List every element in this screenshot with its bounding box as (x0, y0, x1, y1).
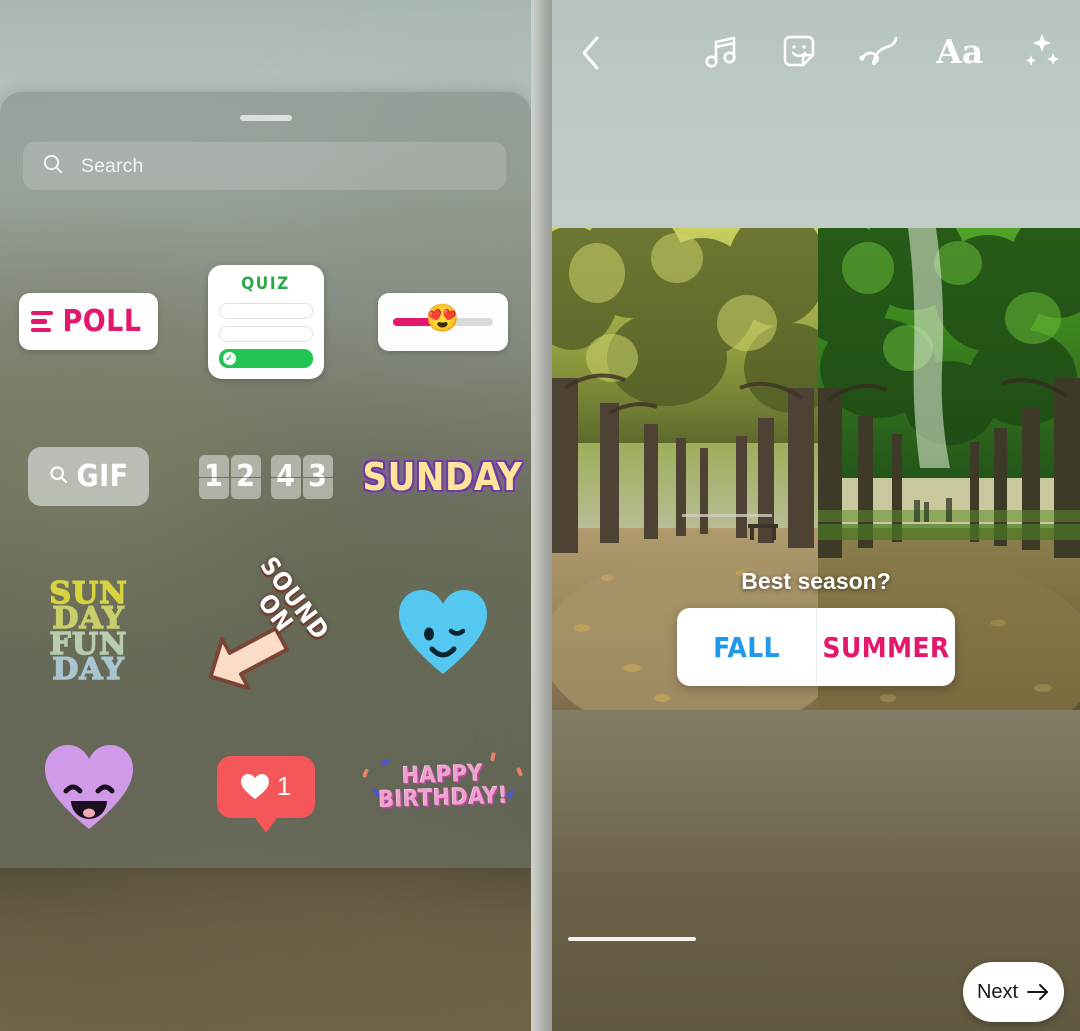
search-icon (41, 152, 65, 181)
stickers-button[interactable] (779, 31, 819, 71)
slider-track: 😍 (392, 304, 493, 331)
winking-heart-icon (395, 586, 491, 678)
sticker-face-icon (783, 35, 814, 67)
sticker-item-sunday[interactable]: SUNDAY (354, 399, 531, 554)
sticker-sheet: Search POLL QUIZ ✓ 😍 GIF 1 2 4 3 SUNDAY … (0, 92, 531, 868)
search-input[interactable]: Search (23, 142, 506, 190)
clock-digit: 2 (230, 454, 261, 499)
poll-option-summer[interactable]: SUMMER (816, 608, 955, 686)
emoji-knob: 😍 (425, 302, 460, 333)
quiz-option-empty (218, 302, 313, 319)
sticker-item-happy-birthday[interactable]: HAPPY BIRTHDAY! (354, 709, 531, 864)
poll-sticker[interactable]: Best season? FALL SUMMER (552, 568, 1080, 686)
sticker-grid: POLL QUIZ ✓ 😍 GIF 1 2 4 3 SUNDAY SUN DAY… (0, 244, 531, 864)
sticker-item-quiz[interactable]: QUIZ ✓ (177, 244, 354, 399)
check-icon: ✓ (222, 351, 236, 365)
next-label: Next (976, 980, 1019, 1003)
sticker-item-sunday-funday[interactable]: SUN DAY FUN DAY (0, 554, 177, 709)
heart-icon (240, 774, 269, 799)
back-chevron-icon (582, 36, 599, 70)
sheet-drag-handle[interactable] (239, 115, 292, 121)
outline-text-icon: SUN DAY FUN DAY (49, 578, 128, 687)
effects-button[interactable] (1020, 30, 1062, 72)
text-button[interactable]: Aa (936, 35, 983, 68)
clock-digit: 4 (270, 454, 301, 499)
quiz-card-icon: QUIZ ✓ (207, 264, 324, 379)
sticker-item-like-bubble[interactable]: 1 (177, 709, 354, 864)
back-button[interactable] (578, 33, 604, 73)
search-icon (48, 464, 69, 490)
quiz-option-empty (218, 325, 313, 342)
story-editor-screen: Aa Best season? FALL SUMMER Next (552, 0, 1080, 1031)
text-aa-icon: Aa (936, 31, 984, 71)
clock-digit: 1 (198, 454, 229, 499)
like-count: 1 (276, 771, 292, 801)
sticker-line: BIRTHDAY! (377, 782, 509, 813)
sticker-label: SUNDAY (362, 454, 523, 499)
story-photo[interactable]: Best season? FALL SUMMER (552, 228, 1080, 710)
sticker-item-blue-heart[interactable] (354, 554, 531, 709)
flip-clock-icon: 1 2 4 3 (198, 454, 333, 499)
draw-button[interactable] (856, 31, 900, 71)
arrow-right-icon (1027, 984, 1049, 1000)
music-button[interactable] (702, 31, 742, 71)
sticker-item-sound-on[interactable]: SOUND ON (177, 551, 354, 709)
clock-digit: 3 (302, 454, 333, 499)
smiling-heart-icon (41, 741, 137, 833)
panel-divider (531, 0, 552, 1031)
story-toolbar: Aa (552, 0, 1080, 110)
sticker-label: POLL (62, 304, 142, 339)
sound-on-arrow-icon: SOUND ON (201, 551, 335, 692)
confetti-text-icon: HAPPY BIRTHDAY! (361, 751, 523, 813)
poll-question: Best season? (741, 568, 891, 594)
sticker-item-poll[interactable]: POLL (0, 244, 177, 399)
poll-options: FALL SUMMER (677, 608, 955, 686)
home-indicator (568, 937, 696, 941)
sticker-item-purple-heart[interactable] (0, 709, 177, 864)
squiggle-draw-icon (858, 36, 897, 66)
sticker-item-emoji-slider[interactable]: 😍 (354, 244, 531, 399)
heart-like-icon: 1 (216, 755, 315, 818)
poll-option-fall[interactable]: FALL (677, 608, 816, 686)
next-button[interactable]: Next (963, 962, 1064, 1022)
sticker-label: GIF (76, 459, 129, 494)
sticker-item-clock[interactable]: 1 2 4 3 (177, 399, 354, 554)
sticker-item-gif[interactable]: GIF (0, 399, 177, 554)
poll-bars-icon (31, 310, 54, 333)
sticker-label: QUIZ (241, 273, 290, 294)
music-note-icon (705, 36, 736, 68)
sticker-picker-screen: Search POLL QUIZ ✓ 😍 GIF 1 2 4 3 SUNDAY … (0, 0, 531, 1031)
sparkles-icon (1026, 34, 1059, 66)
sticker-line: DAY (52, 651, 125, 687)
search-placeholder: Search (81, 154, 144, 177)
quiz-option-correct: ✓ (218, 348, 313, 368)
emoji-slider-icon: 😍 (377, 292, 508, 351)
